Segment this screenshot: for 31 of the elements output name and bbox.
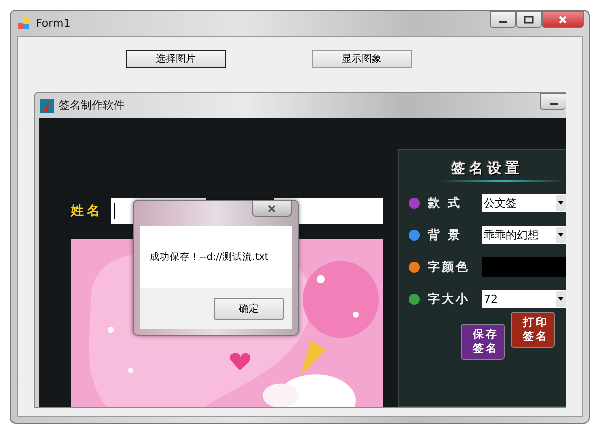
setting-label: 背 景	[428, 226, 464, 244]
dropdown[interactable]: 72	[482, 290, 566, 308]
window-title: 签名制作软件	[59, 98, 125, 113]
setting-label: 字大小	[428, 290, 471, 308]
action-button[interactable]: 打印签名	[511, 312, 555, 348]
minimize-button[interactable]	[540, 93, 566, 110]
ok-button[interactable]: 确定	[214, 298, 284, 320]
caret-icon	[558, 201, 564, 205]
close-icon	[267, 204, 277, 212]
dialog-message: 成功保存！--d://测试流.txt	[150, 250, 269, 264]
dropdown[interactable]: 公文签	[482, 194, 566, 212]
action-button[interactable]: 保存签名	[461, 324, 505, 360]
caret-icon	[558, 233, 564, 237]
panel-title: 签名设置	[452, 160, 524, 178]
name-label: 姓名	[71, 203, 104, 220]
color-swatch[interactable]	[482, 257, 566, 277]
close-button[interactable]	[252, 201, 292, 217]
maximize-button[interactable]	[516, 11, 542, 28]
window-title: Form1	[36, 17, 71, 30]
minimize-button[interactable]	[490, 11, 516, 28]
setting-label: 款 式	[428, 194, 464, 212]
close-button[interactable]	[542, 11, 584, 28]
close-icon	[558, 16, 568, 24]
maximize-icon	[524, 16, 534, 24]
form-button[interactable]: 选择图片	[126, 50, 226, 68]
caret-icon	[558, 297, 564, 301]
setting-label: 字颜色	[428, 258, 471, 276]
dropdown[interactable]: 乖乖的幻想	[482, 226, 566, 244]
app-icon	[40, 98, 54, 112]
app-icon	[17, 16, 31, 30]
form-button[interactable]: 显示图象	[312, 50, 412, 68]
